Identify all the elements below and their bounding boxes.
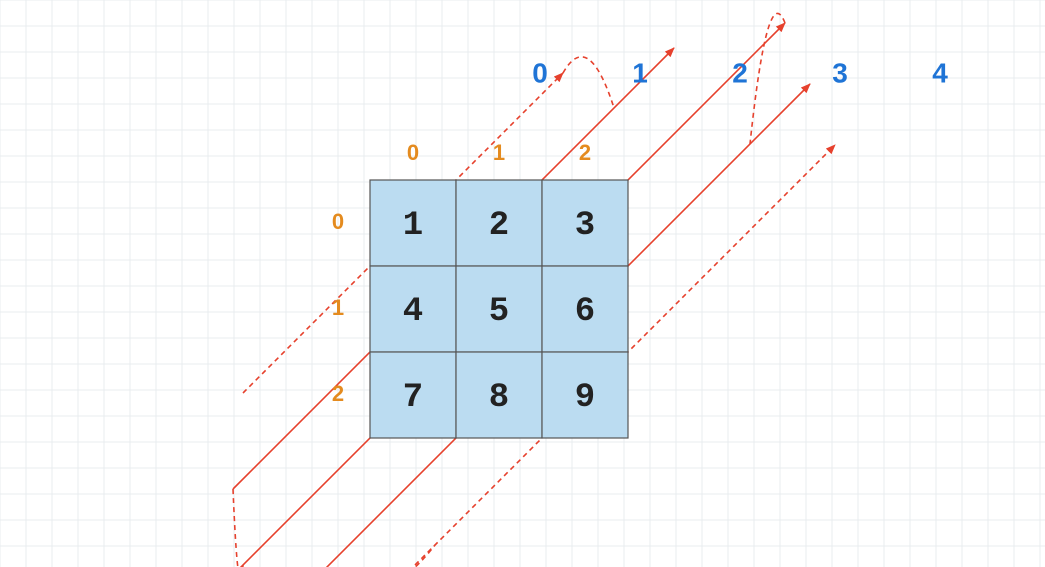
matrix-grid: 1 2 3 4 5 6 7 8 9 [370,180,628,438]
matrix-cell-value: 5 [489,293,509,331]
diagonal-index-label: 3 [832,57,848,88]
column-index-label: 1 [493,140,505,165]
matrix-cell-value: 6 [575,293,595,331]
diagonal-index-label: 0 [532,57,548,88]
top-connector-0-1 [563,57,614,108]
diagonal-index-label: 1 [632,57,648,88]
diagonal-index-labels: 0 1 2 3 4 [532,57,948,88]
diagonal-index-label: 2 [732,57,748,88]
matrix-cell-value: 2 [489,207,509,245]
matrix-cell-value: 3 [575,207,595,245]
matrix-cell-value: 7 [403,379,423,417]
matrix-cell-value: 8 [489,379,509,417]
row-index-label: 2 [332,381,344,406]
matrix-cell-value: 1 [403,207,423,245]
column-index-label: 0 [407,140,419,165]
row-index-label: 1 [332,295,344,320]
matrix-cell-value: 4 [403,293,423,331]
bottom-connector-3-4 [319,545,435,567]
matrix-cell-value: 9 [575,379,595,417]
column-index-label: 2 [579,140,591,165]
row-index-label: 0 [332,209,344,234]
diagonal-index-label: 4 [932,57,948,88]
